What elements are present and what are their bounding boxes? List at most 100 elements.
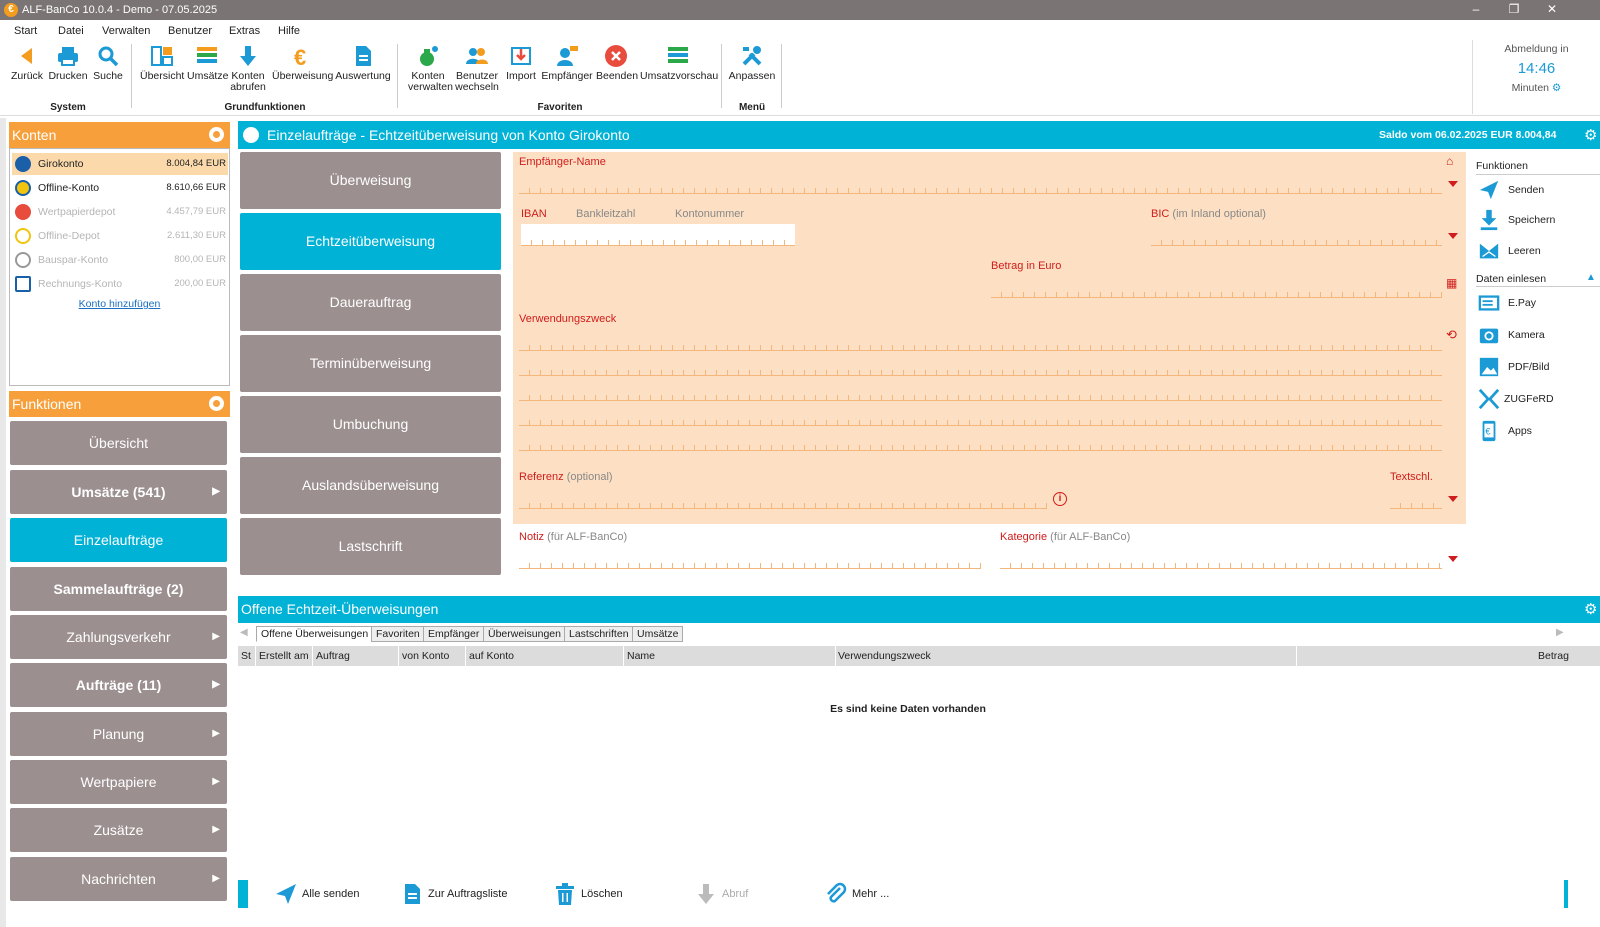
type-foreign-transfer[interactable]: Auslandsüberweisung	[240, 457, 501, 514]
account-item-girokonto[interactable]: Girokonto 8.004,84 EUR	[12, 153, 228, 175]
type-direct-debit[interactable]: Lastschrift	[240, 518, 501, 575]
restore-icon[interactable]: ❐	[1504, 2, 1524, 16]
tab-scroll-right-icon[interactable]: ▶	[1556, 627, 1564, 638]
tab-open-transfers[interactable]: Offene Überweisungen	[256, 626, 374, 642]
customize-button[interactable]: Anpassen	[728, 44, 776, 82]
account-item-rechnung[interactable]: Rechnungs-Konto 200,00 EUR	[12, 273, 228, 295]
fetch-button[interactable]: Abruf	[694, 880, 764, 908]
tab-recipients[interactable]: Empfänger	[423, 626, 485, 642]
add-account-link[interactable]: Konto hinzufügen	[10, 298, 229, 310]
collapse-icon[interactable]: ▲	[1586, 272, 1596, 283]
tab-transactions[interactable]: Umsätze	[632, 626, 684, 642]
nav-orders[interactable]: Aufträge (11) ▶	[10, 663, 227, 707]
print-button[interactable]: Drucken	[48, 44, 88, 82]
account-item-offline-depot[interactable]: Offline-Depot 2.611,30 EUR	[12, 225, 228, 247]
minimize-icon[interactable]: –	[1466, 2, 1486, 16]
gear-icon[interactable]	[209, 396, 224, 411]
col-amount[interactable]: Betrag	[1538, 650, 1569, 662]
purpose-line-2[interactable]	[519, 354, 1442, 376]
menu-datei[interactable]: Datei	[58, 25, 84, 37]
fetch-accounts-button[interactable]: Konten abrufen	[230, 44, 266, 93]
account-item-wertpapierdepot[interactable]: Wertpapierdepot 4.457,79 EUR	[12, 201, 228, 223]
manage-accounts-button[interactable]: Konten verwalten	[405, 44, 453, 93]
refresh-icon[interactable]: ⟲	[1446, 327, 1457, 343]
send-all-button[interactable]: Alle senden	[274, 880, 364, 908]
more-button[interactable]: Mehr ...	[824, 880, 904, 908]
switch-user-button[interactable]: Benutzer wechseln	[455, 44, 499, 93]
menu-start[interactable]: Start	[14, 25, 37, 37]
purpose-line-3[interactable]	[519, 379, 1442, 401]
col-status[interactable]: St	[241, 650, 251, 662]
menu-extras[interactable]: Extras	[229, 25, 260, 37]
type-rebooking[interactable]: Umbuchung	[240, 396, 501, 453]
dropdown-arrow-icon[interactable]	[1448, 181, 1458, 187]
purpose-line-4[interactable]	[519, 404, 1442, 426]
nav-payments[interactable]: Zahlungsverkehr ▶	[10, 615, 227, 659]
analysis-button[interactable]: Auswertung	[335, 44, 391, 82]
col-name[interactable]: Name	[627, 650, 655, 662]
type-standing-order[interactable]: Dauerauftrag	[240, 274, 501, 331]
bic-field[interactable]	[1151, 224, 1442, 246]
tab-transfers[interactable]: Überweisungen	[483, 626, 566, 642]
nav-extras[interactable]: Zusätze ▶	[10, 808, 227, 852]
save-icon	[1480, 209, 1498, 231]
overview-button[interactable]: Übersicht	[140, 44, 184, 82]
note-field[interactable]	[519, 547, 981, 569]
category-field[interactable]	[1000, 547, 1442, 569]
col-from-account[interactable]: von Konto	[402, 650, 449, 662]
delete-button[interactable]: Löschen	[553, 880, 633, 908]
amount-field[interactable]	[991, 276, 1442, 298]
nav-overview[interactable]: Übersicht	[10, 421, 227, 465]
recipient-field[interactable]	[519, 172, 1442, 194]
dropdown-arrow-icon[interactable]	[1448, 556, 1458, 562]
nav-batch-orders[interactable]: Sammelaufträge (2)	[10, 567, 227, 611]
preview-button[interactable]: Umsatzvorschau	[640, 44, 718, 82]
type-instant-transfer[interactable]: Echtzeitüberweisung	[240, 213, 501, 270]
trash-icon	[556, 883, 574, 905]
search-button[interactable]: Suche	[92, 44, 124, 82]
nav-messages[interactable]: Nachrichten ▶	[10, 857, 227, 901]
purpose-line-5[interactable]	[519, 429, 1442, 451]
type-scheduled-transfer[interactable]: Terminüberweisung	[240, 335, 501, 392]
calculator-icon[interactable]: ▦	[1446, 276, 1457, 290]
import-button[interactable]: Import	[504, 44, 538, 82]
dropdown-arrow-icon[interactable]	[1448, 233, 1458, 239]
col-created[interactable]: Erstellt am	[259, 650, 309, 662]
iban-field[interactable]	[521, 224, 795, 246]
gear-icon[interactable]: ⚙	[1584, 126, 1597, 144]
tab-debits[interactable]: Lastschriften	[564, 626, 634, 642]
purpose-line-1[interactable]	[519, 329, 1442, 351]
order-list-button[interactable]: Zur Auftragsliste	[400, 880, 510, 908]
menu-hilfe[interactable]: Hilfe	[278, 25, 300, 37]
col-to-account[interactable]: auf Konto	[469, 650, 514, 662]
nav-securities[interactable]: Wertpapiere ▶	[10, 760, 227, 804]
nav-transactions[interactable]: Umsätze (541) ▶	[10, 470, 227, 514]
back-button[interactable]: Zurück	[10, 44, 44, 82]
nav-single-orders[interactable]: Einzelaufträge	[10, 518, 227, 562]
close-icon[interactable]: ✕	[1542, 2, 1562, 16]
transfer-button[interactable]: € Überweisung	[272, 44, 333, 82]
menu-benutzer[interactable]: Benutzer	[168, 25, 212, 37]
dropdown-arrow-icon[interactable]	[1448, 496, 1458, 502]
reference-field[interactable]	[519, 487, 1047, 509]
info-icon[interactable]: i	[1053, 492, 1067, 506]
transactions-button[interactable]: Umsätze	[187, 44, 228, 82]
account-item-bauspar[interactable]: Bauspar-Konto 800,00 EUR	[12, 249, 228, 271]
account-item-offline[interactable]: Offline-Konto 8.610,66 EUR	[12, 177, 228, 199]
recipients-button[interactable]: Empfänger	[541, 44, 593, 82]
gear-icon[interactable]	[209, 127, 224, 142]
exit-button[interactable]: Beenden	[596, 44, 638, 82]
menu-verwalten[interactable]: Verwalten	[102, 25, 150, 37]
gear-icon[interactable]: ⚙	[1584, 596, 1597, 623]
col-order[interactable]: Auftrag	[316, 650, 350, 662]
tab-scroll-left-icon[interactable]: ◀	[240, 627, 248, 638]
gear-icon[interactable]: ⚙	[1552, 82, 1561, 94]
home-icon[interactable]: ⌂	[1446, 154, 1453, 168]
send-icon	[276, 884, 296, 904]
textkey-field[interactable]	[1390, 487, 1442, 509]
tab-favorites[interactable]: Favoriten	[371, 626, 425, 642]
type-transfer[interactable]: Überweisung	[240, 152, 501, 209]
nav-label: Zahlungsverkehr	[66, 629, 171, 645]
col-purpose[interactable]: Verwendungszweck	[838, 650, 931, 662]
nav-planning[interactable]: Planung ▶	[10, 712, 227, 756]
